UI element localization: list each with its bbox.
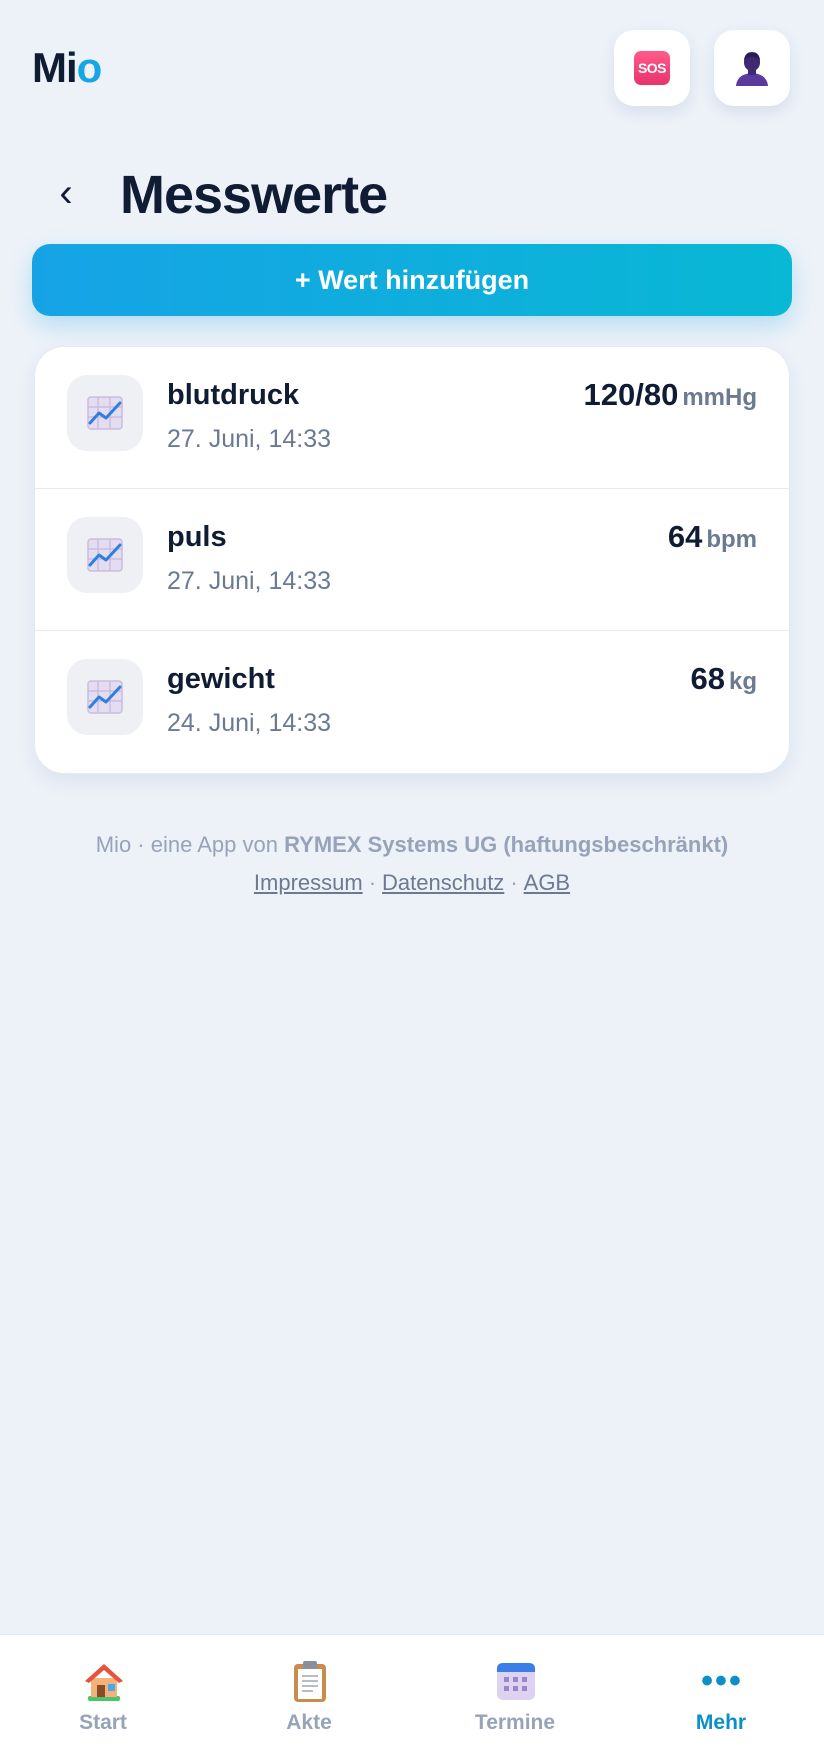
nav-item-mehr[interactable]: ••• Mehr <box>618 1635 824 1760</box>
footer-company: RYMEX Systems UG (haftungsbeschränkt) <box>284 832 729 857</box>
measurement-value: 120/80 <box>583 377 679 412</box>
measurement-unit: mmHg <box>682 384 757 411</box>
footer-separator: · <box>510 870 518 895</box>
measurement-value: 64 <box>667 519 703 554</box>
app-logo[interactable]: Mio <box>32 44 103 92</box>
nav-label-start: Start <box>79 1711 127 1734</box>
agb-link[interactable]: AGB <box>524 870 570 895</box>
measurement-unit: bpm <box>706 526 757 553</box>
chevron-left-icon: ‹ <box>59 171 73 215</box>
title-row: ‹ Messwerte <box>0 160 824 230</box>
footer-separator: · <box>368 870 377 895</box>
measurement-value-group: 64 bpm <box>668 519 757 555</box>
chart-icon <box>67 659 143 735</box>
more-dots-icon: ••• <box>701 1662 743 1700</box>
sos-icon: SOS <box>634 51 670 85</box>
measurement-date: 24. Juni, 14:33 <box>167 709 332 737</box>
house-icon <box>82 1659 126 1703</box>
measurement-row-puls[interactable]: puls 27. Juni, 14:33 64 bpm <box>35 489 789 631</box>
bottom-nav: Start Akte Termine ••• Mehr <box>0 1634 824 1760</box>
sos-button[interactable]: SOS <box>614 30 690 106</box>
app-header: Mio SOS <box>0 0 824 140</box>
measurement-value: 68 <box>690 661 725 696</box>
chart-icon <box>67 375 143 451</box>
nav-item-start[interactable]: Start <box>0 1635 206 1760</box>
person-icon <box>736 52 768 86</box>
measurement-row-gewicht[interactable]: gewicht 24. Juni, 14:33 68 kg <box>35 631 789 773</box>
back-button[interactable]: ‹ <box>46 168 86 218</box>
nav-label-mehr: Mehr <box>695 1711 747 1734</box>
measurement-date: 27. Juni, 14:33 <box>167 567 332 595</box>
measurement-unit: kg <box>728 668 757 695</box>
logo-text-accent: o <box>76 44 103 91</box>
footer: Mio · eine App von RYMEX Systems UG (haf… <box>0 826 824 902</box>
nav-label-termine: Termine <box>474 1711 556 1734</box>
footer-credit: Mio · eine App von RYMEX Systems UG (haf… <box>0 826 824 864</box>
nav-item-akte[interactable]: Akte <box>206 1635 412 1760</box>
measurement-list: blutdruck 27. Juni, 14:33 120/80 mmHg pul… <box>34 346 790 774</box>
measurement-value-group: 68 kg <box>691 661 758 697</box>
measurement-name: blutdruck <box>167 379 300 411</box>
add-value-button[interactable]: + Wert hinzufügen <box>32 244 792 316</box>
datenschutz-link[interactable]: Datenschutz <box>382 870 504 895</box>
measurement-date: 27. Juni, 14:33 <box>167 425 332 453</box>
profile-button[interactable] <box>714 30 790 106</box>
chart-icon <box>67 517 143 593</box>
measurement-value-group: 120/80 mmHg <box>584 377 758 413</box>
measurement-name: puls <box>167 521 227 553</box>
clipboard-icon <box>288 1659 332 1703</box>
add-value-label: + Wert hinzufügen <box>294 264 530 295</box>
calendar-icon <box>494 1659 538 1703</box>
footer-prefix: Mio · eine App von <box>95 832 285 857</box>
footer-links: Impressum · Datenschutz · AGB <box>0 864 824 902</box>
logo-text-main: Mi <box>32 44 78 91</box>
impressum-link[interactable]: Impressum <box>254 870 363 895</box>
measurement-row-blutdruck[interactable]: blutdruck 27. Juni, 14:33 120/80 mmHg <box>35 347 789 489</box>
nav-item-termine[interactable]: Termine <box>412 1635 618 1760</box>
sos-label: SOS <box>637 60 667 76</box>
measurement-name: gewicht <box>167 663 275 695</box>
page-title: Messwerte <box>120 165 388 225</box>
nav-label-akte: Akte <box>286 1711 332 1734</box>
